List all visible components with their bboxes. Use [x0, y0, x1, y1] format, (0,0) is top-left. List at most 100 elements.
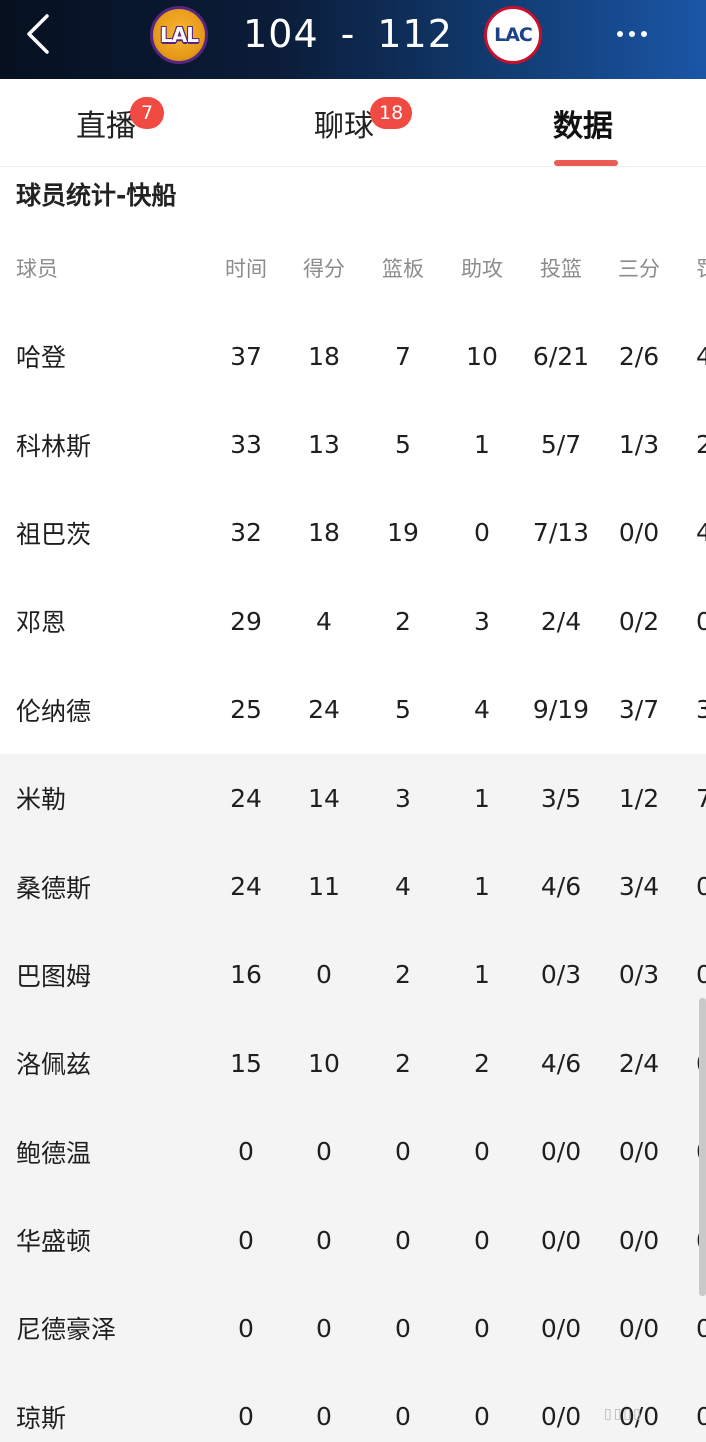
stat-free-throws: 4	[696, 518, 706, 548]
player-name[interactable]: 鲍德温	[16, 1108, 91, 1196]
player-name[interactable]: 巴图姆	[16, 931, 91, 1019]
stat-assists: 4	[474, 695, 490, 725]
column-header-points[interactable]: 得分	[285, 224, 363, 312]
tab-chat-badge: 18	[370, 97, 413, 129]
table-row[interactable]: 鲍德温00000/00/00	[0, 1107, 706, 1196]
chevron-left-icon	[27, 14, 49, 54]
stat-three-pointers: 3/7	[618, 695, 660, 725]
table-row[interactable]: 桑德斯 24 11 4 1 4/6 3/4 0	[0, 842, 706, 931]
stat-field-goals: 6/21	[532, 341, 590, 371]
tab-data-label: 数据	[553, 109, 613, 144]
stat-field-goals: 7/13	[532, 518, 590, 548]
section-title: 球员统计-快船	[16, 181, 177, 210]
table-row[interactable]: 米勒 24 14 3 1 3/5 1/2 7	[0, 753, 706, 843]
stat-three-pointers: 0/0	[618, 1225, 660, 1255]
table-row[interactable]: 洛佩兹1510224/62/40	[0, 1019, 706, 1108]
active-tab-indicator	[554, 160, 618, 166]
stat-points: 11	[308, 872, 340, 902]
home-score: 104	[243, 12, 319, 56]
stat-free-throws: 3	[696, 695, 706, 725]
stat-points: 4	[316, 606, 332, 636]
tab-chat[interactable]: 聊球 18	[314, 79, 413, 167]
stat-free-throws: 0	[696, 872, 706, 902]
table-row[interactable]: 华盛顿00000/00/00	[0, 1195, 706, 1285]
stat-points: 18	[308, 518, 340, 548]
stat-assists: 2	[474, 1048, 490, 1078]
stat-three-pointers: 0/0	[618, 1137, 660, 1167]
column-header-minutes[interactable]: 时间	[207, 224, 285, 312]
stat-assists: 0	[474, 1225, 490, 1255]
stat-points: 10	[308, 1048, 340, 1078]
player-name[interactable]: 桑德斯	[16, 842, 91, 930]
stat-minutes: 24	[230, 783, 262, 813]
stat-points: 0	[316, 1402, 332, 1432]
player-name[interactable]: 哈登	[16, 312, 66, 400]
table-header-row: 球员 时间 得分 篮板 助攻 投篮 三分 罚	[0, 224, 706, 312]
column-header-field-goals[interactable]: 投篮	[522, 224, 600, 312]
stat-field-goals: 0/3	[540, 960, 582, 990]
table-row[interactable]: 琼斯 0 0 0 0 0/0 0/0 0	[0, 1372, 706, 1442]
column-header-three-pointers[interactable]: 三分	[600, 224, 678, 312]
stat-three-pointers: 0/2	[618, 606, 660, 636]
player-name[interactable]: 琼斯	[16, 1373, 66, 1442]
table-row[interactable]: 伦纳德 25 24 5 4 9/19 3/7 3	[0, 666, 706, 754]
column-header-assists[interactable]: 助攻	[443, 224, 521, 312]
player-name[interactable]: 米勒	[16, 754, 66, 842]
stat-rebounds: 3	[395, 783, 411, 813]
stat-points: 0	[316, 960, 332, 990]
stat-points: 14	[308, 783, 340, 813]
table-row[interactable]: 科林斯 33 13 5 1 5/7 1/3 2	[0, 400, 706, 488]
stat-rebounds: 0	[395, 1225, 411, 1255]
scrollbar[interactable]	[699, 998, 706, 1296]
away-team-logo[interactable]: LAC	[484, 6, 542, 64]
score-display: 104 - 112	[232, 8, 464, 60]
player-name[interactable]: 伦纳德	[16, 666, 91, 754]
stat-minutes: 37	[230, 341, 262, 371]
stat-assists: 0	[474, 1402, 490, 1432]
stat-three-pointers: 0/0	[618, 518, 660, 548]
column-header-free-throws[interactable]: 罚	[696, 224, 706, 312]
stat-minutes: 16	[230, 960, 262, 990]
player-name[interactable]: 尼德豪泽	[16, 1284, 116, 1372]
more-button[interactable]	[606, 14, 658, 54]
column-header-rebounds[interactable]: 篮板	[364, 224, 442, 312]
stat-free-throws: 0	[696, 1402, 706, 1432]
table-row[interactable]: 哈登 37 18 7 10 6/21 2/6 4	[0, 312, 706, 400]
game-header: LAL 104 - 112 LAC	[0, 0, 706, 79]
tab-live-badge: 7	[130, 97, 164, 129]
stat-minutes: 25	[230, 695, 262, 725]
column-header-player: 球员	[16, 257, 58, 281]
player-name[interactable]: 科林斯	[16, 400, 91, 488]
tab-live-label: 直播	[76, 109, 136, 144]
player-name[interactable]: 邓恩	[16, 577, 66, 665]
table-row[interactable]: 祖巴茨 32 18 19 0 7/13 0/0 4	[0, 489, 706, 577]
table-row[interactable]: 邓恩 29 4 2 3 2/4 0/2 0	[0, 577, 706, 665]
stat-three-pointers: 3/4	[618, 872, 660, 902]
home-team-logo[interactable]: LAL	[150, 6, 208, 64]
stat-minutes: 0	[238, 1313, 254, 1343]
stat-minutes: 0	[238, 1225, 254, 1255]
stat-free-throws: 7	[696, 783, 706, 813]
stat-free-throws: 4	[696, 341, 706, 371]
stat-field-goals: 4/6	[540, 872, 582, 902]
stat-points: 0	[316, 1137, 332, 1167]
tab-live[interactable]: 直播 7	[76, 79, 164, 167]
stat-assists: 3	[474, 606, 490, 636]
stat-assists: 0	[474, 518, 490, 548]
stat-field-goals: 3/5	[540, 783, 582, 813]
stat-rebounds: 5	[395, 695, 411, 725]
stat-assists: 10	[466, 341, 498, 371]
stat-minutes: 0	[238, 1402, 254, 1432]
back-button[interactable]	[16, 10, 60, 58]
player-name[interactable]: 祖巴茨	[16, 489, 91, 577]
more-dots-icon	[629, 31, 635, 37]
table-row[interactable]: 巴图姆 16 0 2 1 0/3 0/3 0	[0, 930, 706, 1020]
player-name[interactable]: 洛佩兹	[16, 1019, 91, 1107]
tab-data[interactable]: 数据	[553, 79, 613, 167]
player-stats-table: 球员 时间 得分 篮板 助攻 投篮 三分 罚 哈登37187106/212/64…	[0, 224, 706, 1442]
table-row[interactable]: 尼德豪泽 0 0 0 0 0/0 0/0 0	[0, 1284, 706, 1373]
watermark-dots: ▯▯▯▯	[604, 1406, 643, 1422]
stat-minutes: 24	[230, 872, 262, 902]
player-name[interactable]: 华盛顿	[16, 1196, 91, 1284]
stat-assists: 0	[474, 1313, 490, 1343]
